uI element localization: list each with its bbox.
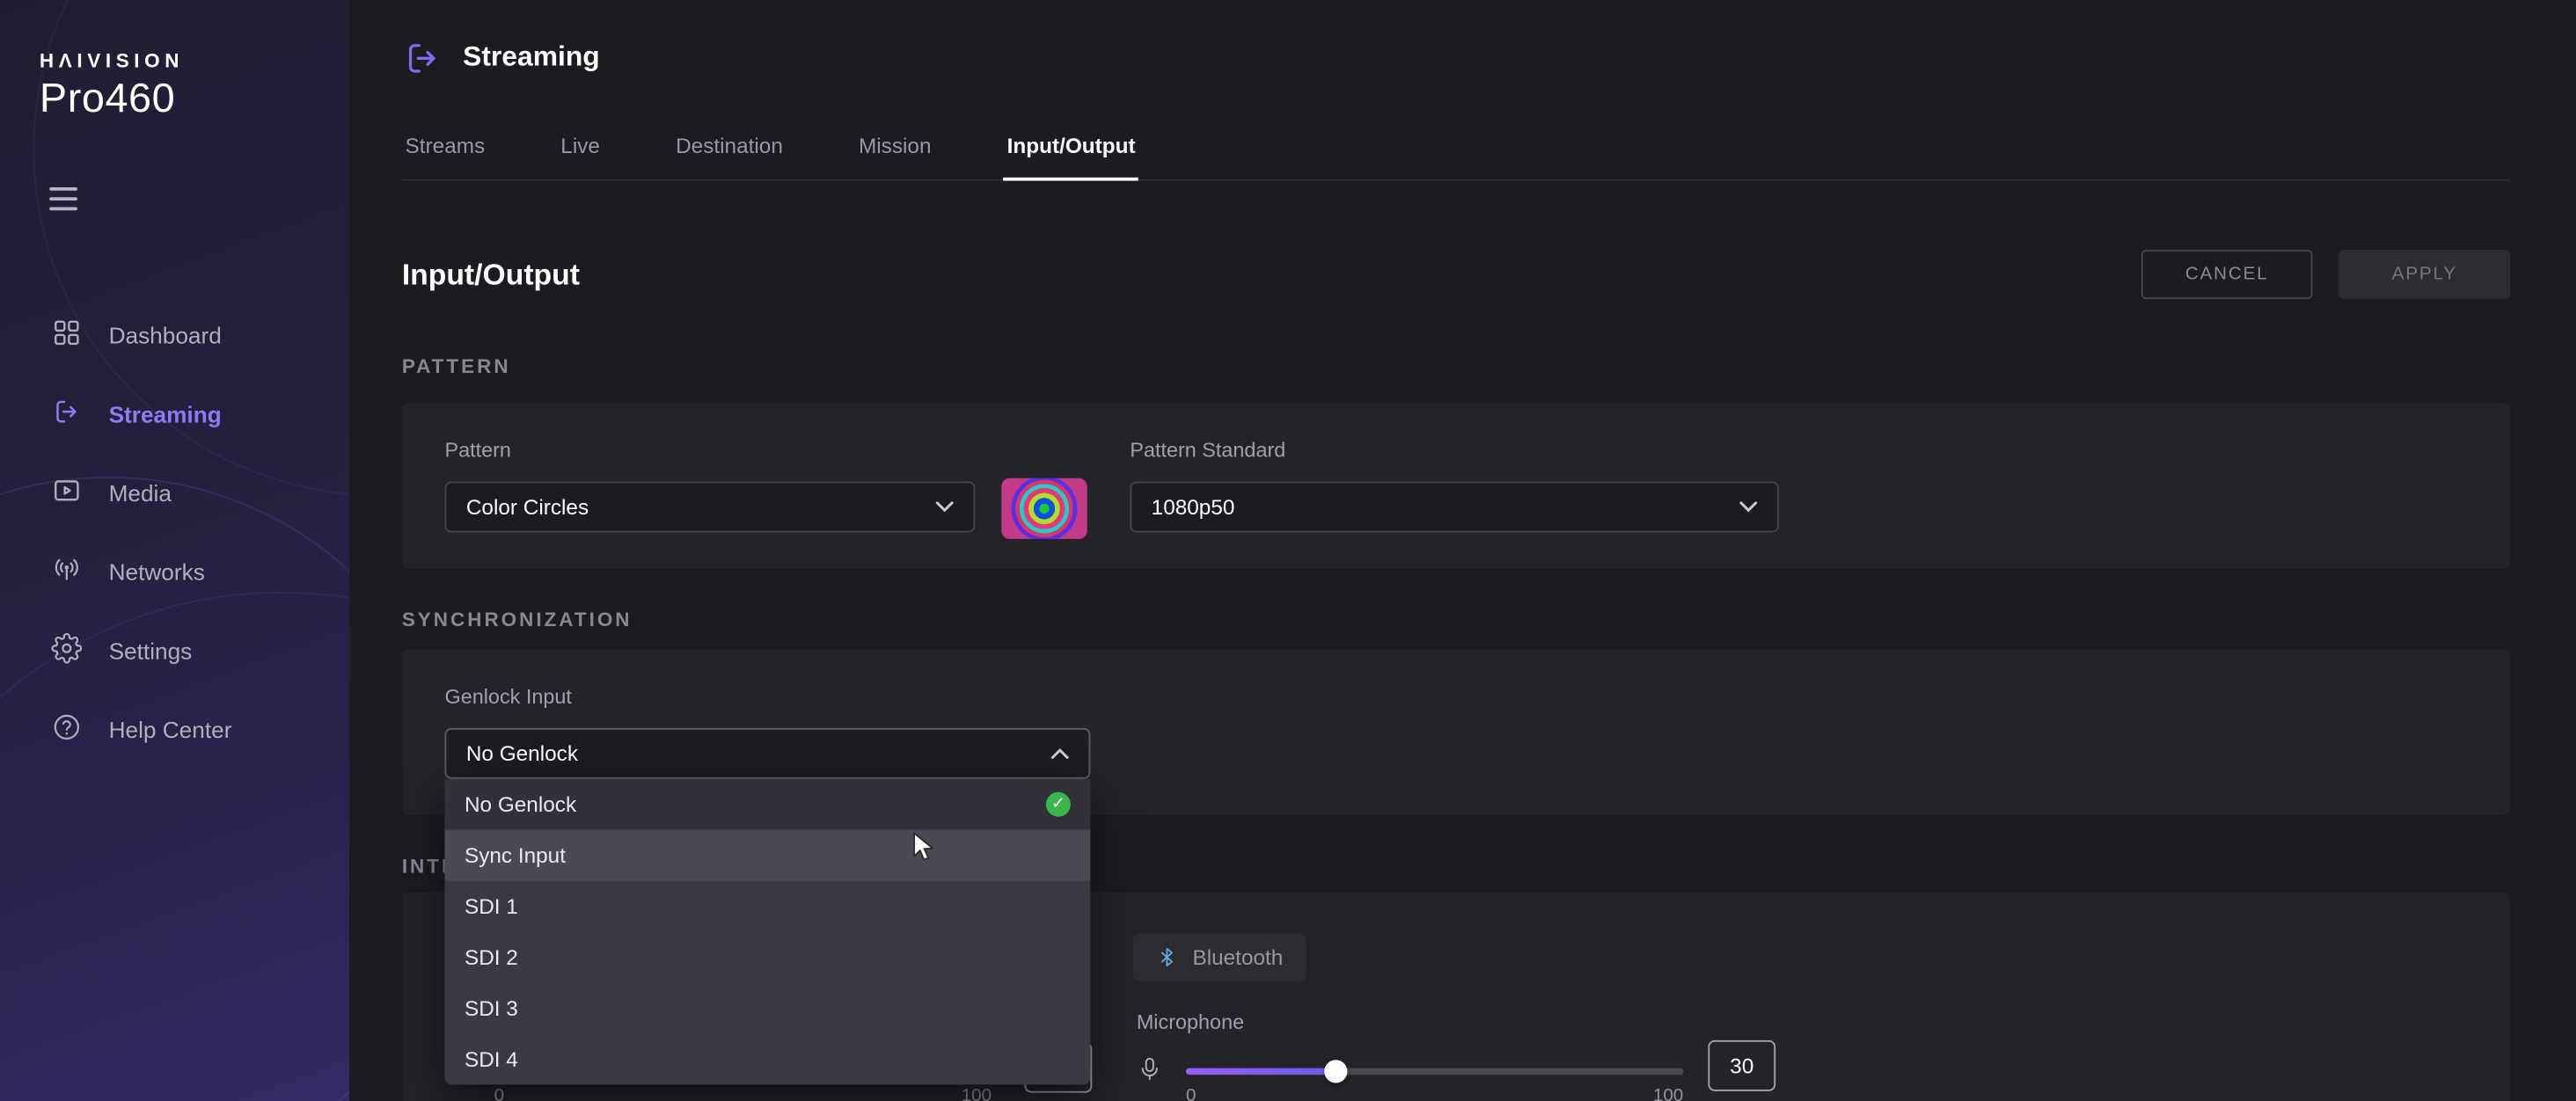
pattern-standard-label: Pattern Standard bbox=[1130, 439, 1779, 463]
sidebar-item-settings[interactable]: Settings bbox=[0, 611, 349, 690]
pattern-preview-thumbnail bbox=[1001, 478, 1087, 539]
hamburger-menu-icon[interactable] bbox=[49, 187, 77, 217]
scale-min-label: 0 bbox=[1186, 1086, 1196, 1101]
sidebar-nav: Dashboard Streaming Media bbox=[0, 295, 349, 769]
bluetooth-button-label: Bluetooth bbox=[1192, 945, 1283, 970]
genlock-field-label: Genlock Input bbox=[444, 685, 2467, 710]
bluetooth-button[interactable]: Bluetooth bbox=[1133, 933, 1306, 981]
microphone-slider-handle[interactable] bbox=[1323, 1060, 1346, 1083]
bluetooth-icon bbox=[1156, 944, 1177, 972]
option-label: SDI 3 bbox=[465, 995, 518, 1020]
app-window: HΛIVISION Pro460 Dashboard bbox=[0, 0, 2576, 1101]
microphone-icon bbox=[1137, 1050, 1163, 1088]
help-icon bbox=[51, 711, 83, 747]
microphone-label: Microphone bbox=[1137, 1010, 1244, 1033]
dropdown-option-sync-input[interactable]: Sync Input bbox=[444, 830, 1090, 881]
pattern-standard-select[interactable]: 1080p50 bbox=[1130, 482, 1779, 533]
brand-name: HΛIVISION bbox=[40, 49, 184, 72]
option-label: SDI 1 bbox=[465, 894, 518, 919]
main-content: Streaming Streams Live Destination Missi… bbox=[349, 0, 2576, 1101]
pattern-select-value: Color Circles bbox=[466, 494, 589, 519]
media-icon bbox=[51, 475, 83, 511]
microphone-slider-track[interactable] bbox=[1186, 1068, 1683, 1075]
pattern-field-label: Pattern bbox=[444, 439, 975, 463]
tab-destination[interactable]: Destination bbox=[672, 119, 786, 179]
sidebar-item-label: Media bbox=[109, 480, 172, 507]
streaming-icon bbox=[402, 37, 443, 78]
networks-icon bbox=[51, 554, 83, 590]
scale-max-label: 100 bbox=[1653, 1086, 1683, 1101]
tab-live[interactable]: Live bbox=[558, 119, 604, 179]
tab-mission[interactable]: Mission bbox=[855, 119, 934, 179]
sidebar-item-streaming[interactable]: Streaming bbox=[0, 375, 349, 454]
pattern-standard-field: Pattern Standard 1080p50 bbox=[1130, 439, 1779, 533]
sidebar-item-networks[interactable]: Networks bbox=[0, 532, 349, 611]
chevron-down-icon bbox=[935, 501, 954, 513]
selected-check-icon: ✓ bbox=[1046, 792, 1071, 817]
option-label: SDI 4 bbox=[465, 1046, 518, 1071]
microphone-slider: 0 100 bbox=[1186, 1037, 1683, 1101]
sidebar: HΛIVISION Pro460 Dashboard bbox=[0, 0, 349, 1101]
apply-button[interactable]: APPLY bbox=[2339, 250, 2511, 299]
chevron-up-icon bbox=[1050, 747, 1069, 759]
chevron-down-icon bbox=[1739, 501, 1758, 513]
dropdown-option-sdi-2[interactable]: SDI 2 bbox=[444, 932, 1090, 983]
option-label: SDI 2 bbox=[465, 945, 518, 970]
streaming-icon bbox=[51, 396, 83, 432]
product-name: Pro460 bbox=[40, 76, 184, 123]
page-title: Streaming bbox=[463, 41, 600, 74]
option-label: No Genlock bbox=[465, 792, 576, 817]
genlock-dropdown-menu: No Genlock ✓ Sync Input SDI 1 SDI 2 SDI … bbox=[444, 779, 1090, 1085]
genlock-field: Genlock Input No Genlock bbox=[444, 685, 2467, 779]
section-header-row: Input/Output CANCEL APPLY bbox=[402, 250, 2510, 299]
microphone-value-input[interactable]: 30 bbox=[1708, 1040, 1775, 1091]
scale-max-label: 100 bbox=[962, 1086, 992, 1101]
pattern-select[interactable]: Color Circles bbox=[444, 482, 975, 533]
microphone-slider-scale: 0 100 bbox=[1186, 1086, 1683, 1101]
pattern-section-label: PATTERN bbox=[402, 355, 2510, 380]
genlock-select[interactable]: No Genlock bbox=[444, 728, 1090, 779]
dropdown-option-no-genlock[interactable]: No Genlock ✓ bbox=[444, 779, 1090, 830]
synchronization-card: Genlock Input No Genlock No Genlock ✓ Sy… bbox=[402, 649, 2510, 815]
sidebar-item-label: Settings bbox=[109, 638, 193, 664]
speaker-slider-scale: 0 100 bbox=[494, 1086, 992, 1101]
sidebar-item-dashboard[interactable]: Dashboard bbox=[0, 295, 349, 375]
settings-icon bbox=[51, 632, 83, 668]
synchronization-section-label: SYNCHRONIZATION bbox=[402, 608, 2510, 632]
action-buttons: CANCEL APPLY bbox=[2141, 250, 2510, 299]
microphone-slider-fill bbox=[1186, 1068, 1336, 1075]
dropdown-option-sdi-1[interactable]: SDI 1 bbox=[444, 881, 1090, 932]
genlock-select-value: No Genlock bbox=[466, 741, 578, 766]
sidebar-item-media[interactable]: Media bbox=[0, 454, 349, 533]
tab-streams[interactable]: Streams bbox=[402, 119, 488, 179]
page-header: Streaming bbox=[402, 36, 2510, 79]
scale-min-label: 0 bbox=[494, 1086, 504, 1101]
dropdown-option-sdi-3[interactable]: SDI 3 bbox=[444, 982, 1090, 1033]
pattern-card: Pattern Color Circles Pattern Standard 1… bbox=[402, 403, 2510, 569]
sidebar-item-label: Streaming bbox=[109, 401, 222, 427]
dropdown-option-sdi-4[interactable]: SDI 4 bbox=[444, 1033, 1090, 1084]
tab-input-output[interactable]: Input/Output bbox=[1004, 119, 1138, 181]
option-label: Sync Input bbox=[465, 843, 566, 868]
sidebar-item-label: Networks bbox=[109, 558, 205, 585]
pattern-standard-value: 1080p50 bbox=[1152, 494, 1235, 519]
cancel-button[interactable]: CANCEL bbox=[2141, 250, 2313, 299]
dashboard-icon bbox=[51, 317, 83, 354]
microphone-slider-row: 0 100 30 bbox=[1137, 1037, 1775, 1101]
sidebar-item-label: Help Center bbox=[109, 717, 232, 743]
pattern-field: Pattern Color Circles bbox=[444, 439, 975, 533]
sidebar-item-label: Dashboard bbox=[109, 322, 222, 348]
tab-bar: Streams Live Destination Mission Input/O… bbox=[402, 119, 2510, 181]
brand-logo: HΛIVISION Pro460 bbox=[40, 49, 184, 123]
section-title: Input/Output bbox=[402, 257, 580, 291]
sidebar-item-help-center[interactable]: Help Center bbox=[0, 690, 349, 769]
